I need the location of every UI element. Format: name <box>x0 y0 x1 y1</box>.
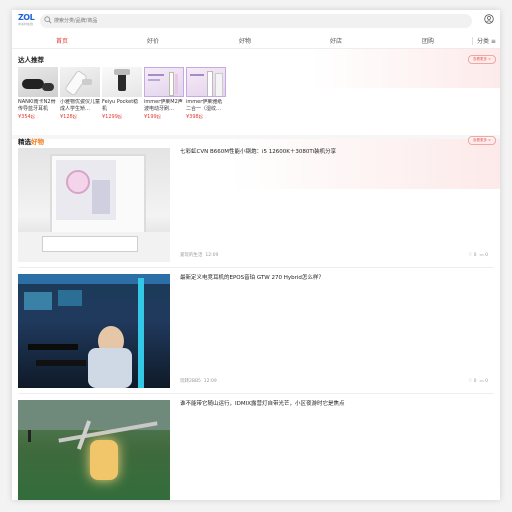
site-logo[interactable]: ZOL 中关村在线 <box>18 14 38 28</box>
article-divider <box>18 267 494 268</box>
like-icon[interactable]: ♡ <box>468 253 472 258</box>
product-image <box>102 67 142 97</box>
search-input[interactable] <box>54 14 454 28</box>
article-stats: ♡ 0 ▭ 0 <box>468 379 488 384</box>
app-window: ZOL 中关村在线 首页 好价 好物 好店 团购 分类 ≡ 达人推荐 查看更多 … <box>12 10 500 500</box>
article-title: 七彩虹CVN B660M性能小钢炮：i5 12600K＋3080Ti装机分享 <box>180 149 337 155</box>
talent-item[interactable]: 小雅物优姿仪儿童成人学生矫… ¥128起 <box>60 67 100 120</box>
talent-header-gradient <box>312 48 500 88</box>
product-name: immer伊莱雅纸二合一（湿纹… <box>186 99 223 112</box>
talent-item[interactable]: immer伊莱雅纸二合一（湿纹… ¥398起 <box>186 67 226 120</box>
tab-group-buy[interactable]: 团购 <box>422 36 434 45</box>
category-button[interactable]: 分类 ≡ <box>477 36 496 45</box>
article-card[interactable]: 谁不能带它随山运行，IDMIX露营灯自带光芒，小区夜游时它是焦点 <box>18 400 494 500</box>
search-icon <box>44 16 52 24</box>
top-bar: ZOL 中关村在线 <box>12 10 500 32</box>
product-image <box>186 67 226 97</box>
article-title: 最新定义电竞耳机的EPOS音珀 GTW 270 Hybrid怎么样？ <box>180 275 324 281</box>
product-image <box>144 67 184 97</box>
product-image <box>18 67 58 97</box>
search-bar[interactable] <box>40 14 472 28</box>
selected-more-button[interactable]: 查看更多 > <box>468 136 496 145</box>
product-price: ¥199起 <box>144 114 161 120</box>
product-image <box>60 67 100 97</box>
logo-text: ZOL <box>18 13 35 22</box>
comment-icon[interactable]: ▭ <box>479 253 483 258</box>
tab-good-stuff[interactable]: 好物 <box>239 36 251 45</box>
product-price: ¥354起 <box>18 114 35 120</box>
main-nav: 首页 好价 好物 好店 团购 分类 ≡ <box>12 34 500 49</box>
tab-home[interactable]: 首页 <box>56 36 68 45</box>
article-meta: 爱玩的生活 12:09 <box>180 253 219 258</box>
product-name: 小雅物优姿仪儿童成人学生矫… <box>60 99 100 112</box>
like-icon[interactable]: ♡ <box>468 379 472 384</box>
article-card[interactable]: 最新定义电竞耳机的EPOS音珀 GTW 270 Hybrid怎么样？ 玩转2BB… <box>18 274 494 394</box>
product-price: ¥1299起 <box>102 114 122 120</box>
tab-good-price[interactable]: 好价 <box>147 36 159 45</box>
talent-item[interactable]: NANKI南卡N2骨传导蓝牙耳机 ¥354起 <box>18 67 58 120</box>
selected-section-title: 精选好物 <box>18 138 44 146</box>
article-card[interactable]: 七彩虹CVN B660M性能小钢炮：i5 12600K＋3080Ti装机分享 爱… <box>18 148 494 268</box>
talent-more-button[interactable]: 查看更多 > <box>468 55 496 64</box>
article-divider <box>18 393 494 394</box>
talent-section-title: 达人推荐 <box>18 56 44 64</box>
user-icon[interactable] <box>484 14 494 24</box>
article-title: 谁不能带它随山运行，IDMIX露营灯自带光芒，小区夜游时它是焦点 <box>180 401 345 407</box>
article-image <box>18 274 170 388</box>
article-image <box>18 400 170 500</box>
logo-subtext: 中关村在线 <box>18 22 34 26</box>
article-stats: ♡ 0 ▭ 0 <box>468 253 488 258</box>
product-price: ¥128起 <box>60 114 77 120</box>
talent-item[interactable]: Feiyu Pocket稳机 ¥1299起 <box>102 67 142 120</box>
article-image <box>18 148 170 262</box>
talent-item[interactable]: immer伊莱M2声波电动牙刷… ¥199起 <box>144 67 184 120</box>
nav-divider <box>472 37 473 45</box>
comment-icon[interactable]: ▭ <box>479 379 483 384</box>
product-name: immer伊莱M2声波电动牙刷… <box>144 99 183 112</box>
article-meta: 玩转2BB5 12:09 <box>180 379 217 384</box>
product-name: NANKI南卡N2骨传导蓝牙耳机 <box>18 99 56 112</box>
tab-good-shop[interactable]: 好店 <box>330 36 342 45</box>
product-name: Feiyu Pocket稳机 <box>102 99 139 112</box>
product-price: ¥398起 <box>186 114 203 120</box>
